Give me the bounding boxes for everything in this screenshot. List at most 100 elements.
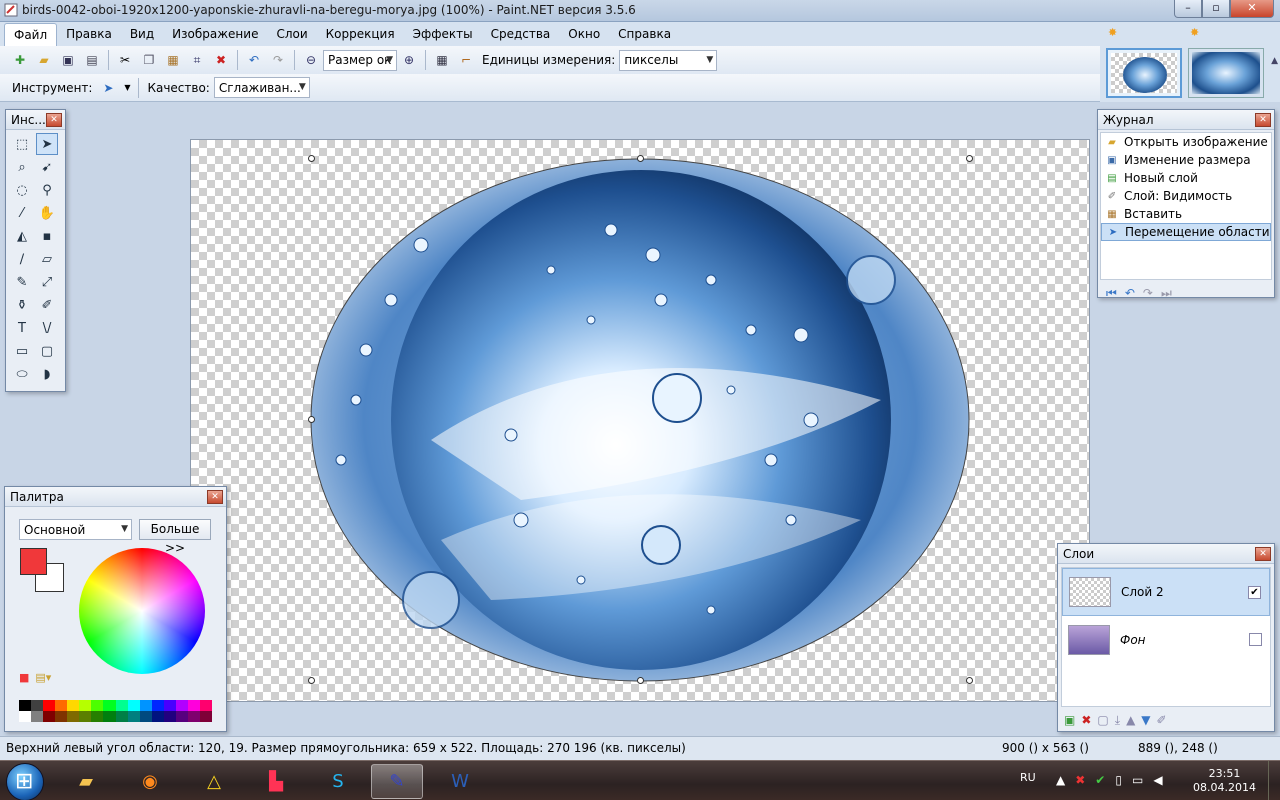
menu-help[interactable]: Справка xyxy=(609,23,680,45)
zoom-combo[interactable]: Размер ок ▼ xyxy=(323,49,397,71)
image-tab-second[interactable] xyxy=(1188,48,1264,98)
history-window-header[interactable]: Журнал ✕ xyxy=(1098,110,1274,130)
history-item[interactable]: ▦ Вставить xyxy=(1101,205,1271,223)
ellipse-select-tool-icon[interactable]: ◌ xyxy=(11,179,33,201)
move-selection-tool-icon[interactable]: ➤ xyxy=(36,133,58,155)
menu-layers[interactable]: Слои xyxy=(267,23,316,45)
primary-color-swatch[interactable] xyxy=(20,548,47,575)
selection-handle[interactable] xyxy=(966,155,973,162)
close-icon[interactable]: ✕ xyxy=(1255,113,1271,127)
menu-adjustments[interactable]: Коррекция xyxy=(317,23,404,45)
undo-icon[interactable]: ↶ xyxy=(244,50,264,70)
line-tool-icon[interactable]: \/ xyxy=(36,317,58,339)
device-icon[interactable]: ▯ xyxy=(1115,773,1122,787)
paste-icon[interactable]: ▦ xyxy=(163,50,183,70)
menu-effects[interactable]: Эффекты xyxy=(404,23,482,45)
rounded-rectangle-tool-icon[interactable]: ▢ xyxy=(36,340,58,362)
units-combo[interactable]: пикселы ▼ xyxy=(619,49,718,71)
selection-handle[interactable] xyxy=(966,677,973,684)
tools-window-header[interactable]: Инс... ✕ xyxy=(6,110,65,130)
layer-properties-icon[interactable]: ✐ xyxy=(1157,713,1167,728)
close-icon[interactable]: ✕ xyxy=(207,490,223,504)
selection-handle[interactable] xyxy=(308,155,315,162)
lasso-tool-icon[interactable]: ⌕ xyxy=(11,156,33,178)
security-icon[interactable]: ✔ xyxy=(1095,773,1105,787)
history-item[interactable]: ▤ Новый слой xyxy=(1101,169,1271,187)
palette-swatch[interactable] xyxy=(187,711,200,722)
explorer-task-icon[interactable]: ▰ xyxy=(60,764,112,799)
palette-swatch[interactable] xyxy=(139,700,152,711)
palette-swatch[interactable] xyxy=(175,711,188,722)
color-picker-tool-icon[interactable]: ⤢ xyxy=(36,271,58,293)
grid-icon[interactable]: ▦ xyxy=(432,50,452,70)
copy-icon[interactable]: ❐ xyxy=(139,50,159,70)
start-button[interactable] xyxy=(6,763,44,800)
ruler-icon[interactable]: ⌐ xyxy=(456,50,476,70)
volume-icon[interactable]: ◀ xyxy=(1153,773,1162,787)
image-tab-current[interactable] xyxy=(1106,48,1182,98)
palette-swatch[interactable] xyxy=(103,711,116,722)
close-icon[interactable]: ✕ xyxy=(1255,547,1271,561)
word-task-icon[interactable]: W xyxy=(434,764,486,799)
text-tool-icon[interactable]: T xyxy=(11,317,33,339)
paintnet-task-icon[interactable]: ✎ xyxy=(371,764,423,799)
history-item[interactable]: ✐ Слой: Видимость xyxy=(1101,187,1271,205)
magic-wand-tool-icon[interactable]: ⁄ xyxy=(11,202,33,224)
menu-window[interactable]: Окно xyxy=(559,23,609,45)
rewind-icon[interactable]: ⏮ xyxy=(1106,286,1117,301)
fast-forward-icon[interactable]: ⏭ xyxy=(1161,286,1172,301)
palette-swatch[interactable] xyxy=(151,711,164,722)
palette-swatch[interactable] xyxy=(43,700,56,711)
palette-swatch[interactable] xyxy=(19,711,32,722)
paint-bucket-tool-icon[interactable]: ◭ xyxy=(11,225,33,247)
eraser-tool-icon[interactable]: ▱ xyxy=(36,248,58,270)
game-task-icon[interactable]: ▙ xyxy=(250,764,302,799)
palette-swatch[interactable] xyxy=(127,700,140,711)
palette-swatch[interactable] xyxy=(79,700,92,711)
show-desktop-button[interactable] xyxy=(1268,761,1280,800)
close-button[interactable]: ✕ xyxy=(1230,0,1274,18)
move-selected-tool-icon[interactable]: ➹ xyxy=(36,156,58,178)
menu-utilities[interactable]: Средства xyxy=(482,23,560,45)
duplicate-layer-icon[interactable]: ▢ xyxy=(1097,713,1108,728)
gradient-tool-icon[interactable]: ▪ xyxy=(36,225,58,247)
new-file-icon[interactable]: ✚ xyxy=(10,50,30,70)
palette-swatch[interactable] xyxy=(151,700,164,711)
palette-swatch[interactable] xyxy=(67,711,80,722)
redo-icon[interactable]: ↷ xyxy=(268,50,288,70)
paintbrush-tool-icon[interactable]: ∕ xyxy=(11,248,33,270)
cut-icon[interactable]: ✂ xyxy=(115,50,135,70)
pan-tool-icon[interactable]: ✋ xyxy=(36,202,58,224)
menu-edit[interactable]: Правка xyxy=(57,23,121,45)
selection-handle[interactable] xyxy=(637,155,644,162)
menu-image[interactable]: Изображение xyxy=(163,23,267,45)
add-layer-icon[interactable]: ▣ xyxy=(1064,713,1075,728)
palette-swatch[interactable] xyxy=(139,711,152,722)
layer-row[interactable]: Слой 2 ✔ xyxy=(1062,568,1270,616)
clock[interactable]: 23:51 08.04.2014 xyxy=(1193,767,1256,795)
zoom-out-icon[interactable]: ⊖ xyxy=(301,50,321,70)
open-file-icon[interactable]: ▰ xyxy=(34,50,54,70)
rect-select-tool-icon[interactable]: ⬚ xyxy=(11,133,33,155)
maximize-button[interactable]: ▫ xyxy=(1202,0,1230,18)
history-item-selected[interactable]: ➤ Перемещение области xyxy=(1101,223,1271,241)
move-selection-tool-icon[interactable]: ➤ xyxy=(98,78,118,98)
delete-layer-icon[interactable]: ✖ xyxy=(1081,713,1091,728)
deselect-icon[interactable]: ✖ xyxy=(211,50,231,70)
palette-menu-icon[interactable]: ▤▾ xyxy=(35,671,51,684)
menu-file[interactable]: Файл xyxy=(4,22,58,46)
layer-row[interactable]: Фон xyxy=(1062,616,1270,664)
palette-window-header[interactable]: Палитра ✕ xyxy=(5,487,226,507)
quality-combo[interactable]: Сглаживан... ▼ xyxy=(213,77,310,98)
zoom-tool-icon[interactable]: ⚲ xyxy=(36,179,58,201)
history-item[interactable]: ▰ Открыть изображение xyxy=(1101,133,1271,151)
palette-swatch[interactable] xyxy=(91,711,104,722)
zoom-in-icon[interactable]: ⊕ xyxy=(399,50,419,70)
palette-swatch[interactable] xyxy=(79,711,92,722)
add-color-icon[interactable]: ■ xyxy=(19,671,29,684)
aimp-task-icon[interactable]: △ xyxy=(188,764,240,799)
undo-icon[interactable]: ↶ xyxy=(1125,286,1135,301)
palette-swatch[interactable] xyxy=(19,700,32,711)
ellipse-tool-icon[interactable]: ⬭ xyxy=(11,363,33,385)
palette-swatch[interactable] xyxy=(199,711,212,722)
